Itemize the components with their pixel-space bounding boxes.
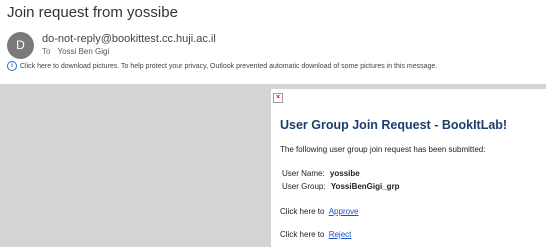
info-icon: i [7, 61, 17, 71]
user-name-value: yossibe [329, 169, 360, 178]
email-subject: Join request from yossibe [7, 4, 178, 21]
recipient-line: To Yossi Ben Gigi [42, 47, 109, 56]
user-group-label: User Group: [282, 182, 326, 191]
reject-prefix: Click here to [280, 230, 325, 239]
user-group-value: YossiBenGigi_grp [330, 182, 400, 191]
user-group-row: User Group: YossiBenGigi_grp [282, 182, 400, 191]
reject-row: Click here to Reject [280, 230, 351, 239]
broken-image-icon: × [273, 93, 283, 103]
message-content [271, 89, 546, 247]
user-name-row: User Name: yossibe [282, 169, 360, 178]
message-heading: User Group Join Request - BookItLab! [280, 118, 508, 132]
approve-prefix: Click here to [280, 207, 325, 216]
approve-row: Click here to Approve [280, 207, 359, 216]
recipient-name[interactable]: Yossi Ben Gigi [58, 47, 110, 56]
sender-address[interactable]: do-not-reply@bookittest.cc.huji.ac.il [42, 33, 216, 45]
user-name-label: User Name: [282, 169, 325, 178]
message-intro: The following user group join request ha… [280, 145, 486, 154]
download-pictures-bar[interactable]: i Click here to download pictures. To he… [7, 61, 437, 71]
to-label: To [42, 47, 51, 56]
approve-link[interactable]: Approve [329, 207, 359, 216]
download-pictures-text[interactable]: Click here to download pictures. To help… [20, 63, 437, 70]
reject-link[interactable]: Reject [329, 230, 352, 239]
sender-avatar[interactable]: D [7, 32, 34, 59]
